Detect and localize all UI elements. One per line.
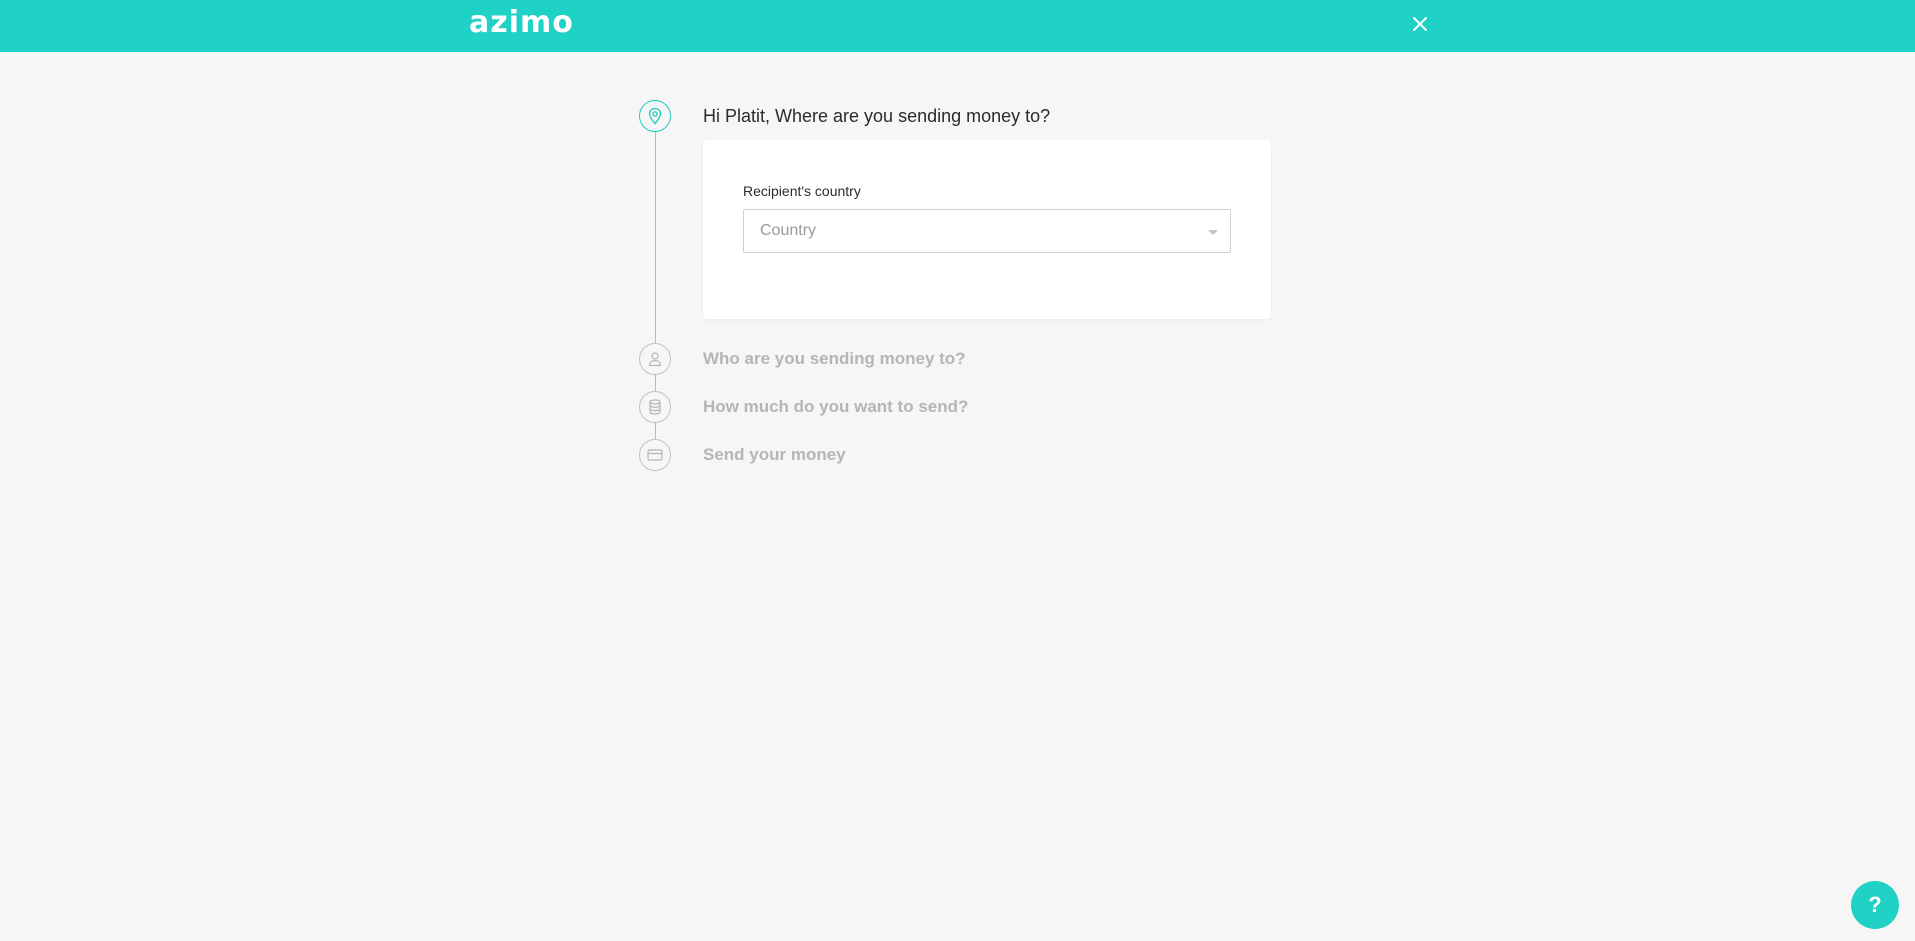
card-icon [647, 449, 663, 461]
coins-icon [649, 399, 661, 415]
timeline-line [655, 423, 656, 439]
timeline-line [655, 375, 656, 391]
step-2-marker [639, 343, 671, 375]
step-1-marker [639, 100, 671, 132]
country-card: Recipient's country Country [703, 140, 1271, 319]
step-2-title: Who are you sending money to? [703, 349, 966, 368]
location-pin-icon [648, 107, 662, 125]
azimo-logo[interactable]: azimo [469, 8, 574, 40]
chevron-down-icon [1208, 230, 1218, 235]
step-3-title: How much do you want to send? [703, 397, 969, 416]
country-select-placeholder: Country [760, 222, 817, 239]
step-4-marker [639, 439, 671, 471]
close-button[interactable] [1408, 12, 1432, 36]
close-icon [1413, 17, 1427, 31]
timeline-line [655, 132, 656, 344]
step-1-title: Hi Platit, Where are you sending money t… [703, 106, 1051, 126]
step-4-title: Send your money [703, 445, 846, 464]
recipient-country-label: Recipient's country [743, 183, 861, 199]
step-3-marker [639, 391, 671, 423]
country-select[interactable]: Country [743, 209, 1231, 253]
help-button[interactable]: ? [1851, 881, 1899, 929]
top-bar: azimo [0, 0, 1915, 52]
person-icon [648, 352, 662, 367]
